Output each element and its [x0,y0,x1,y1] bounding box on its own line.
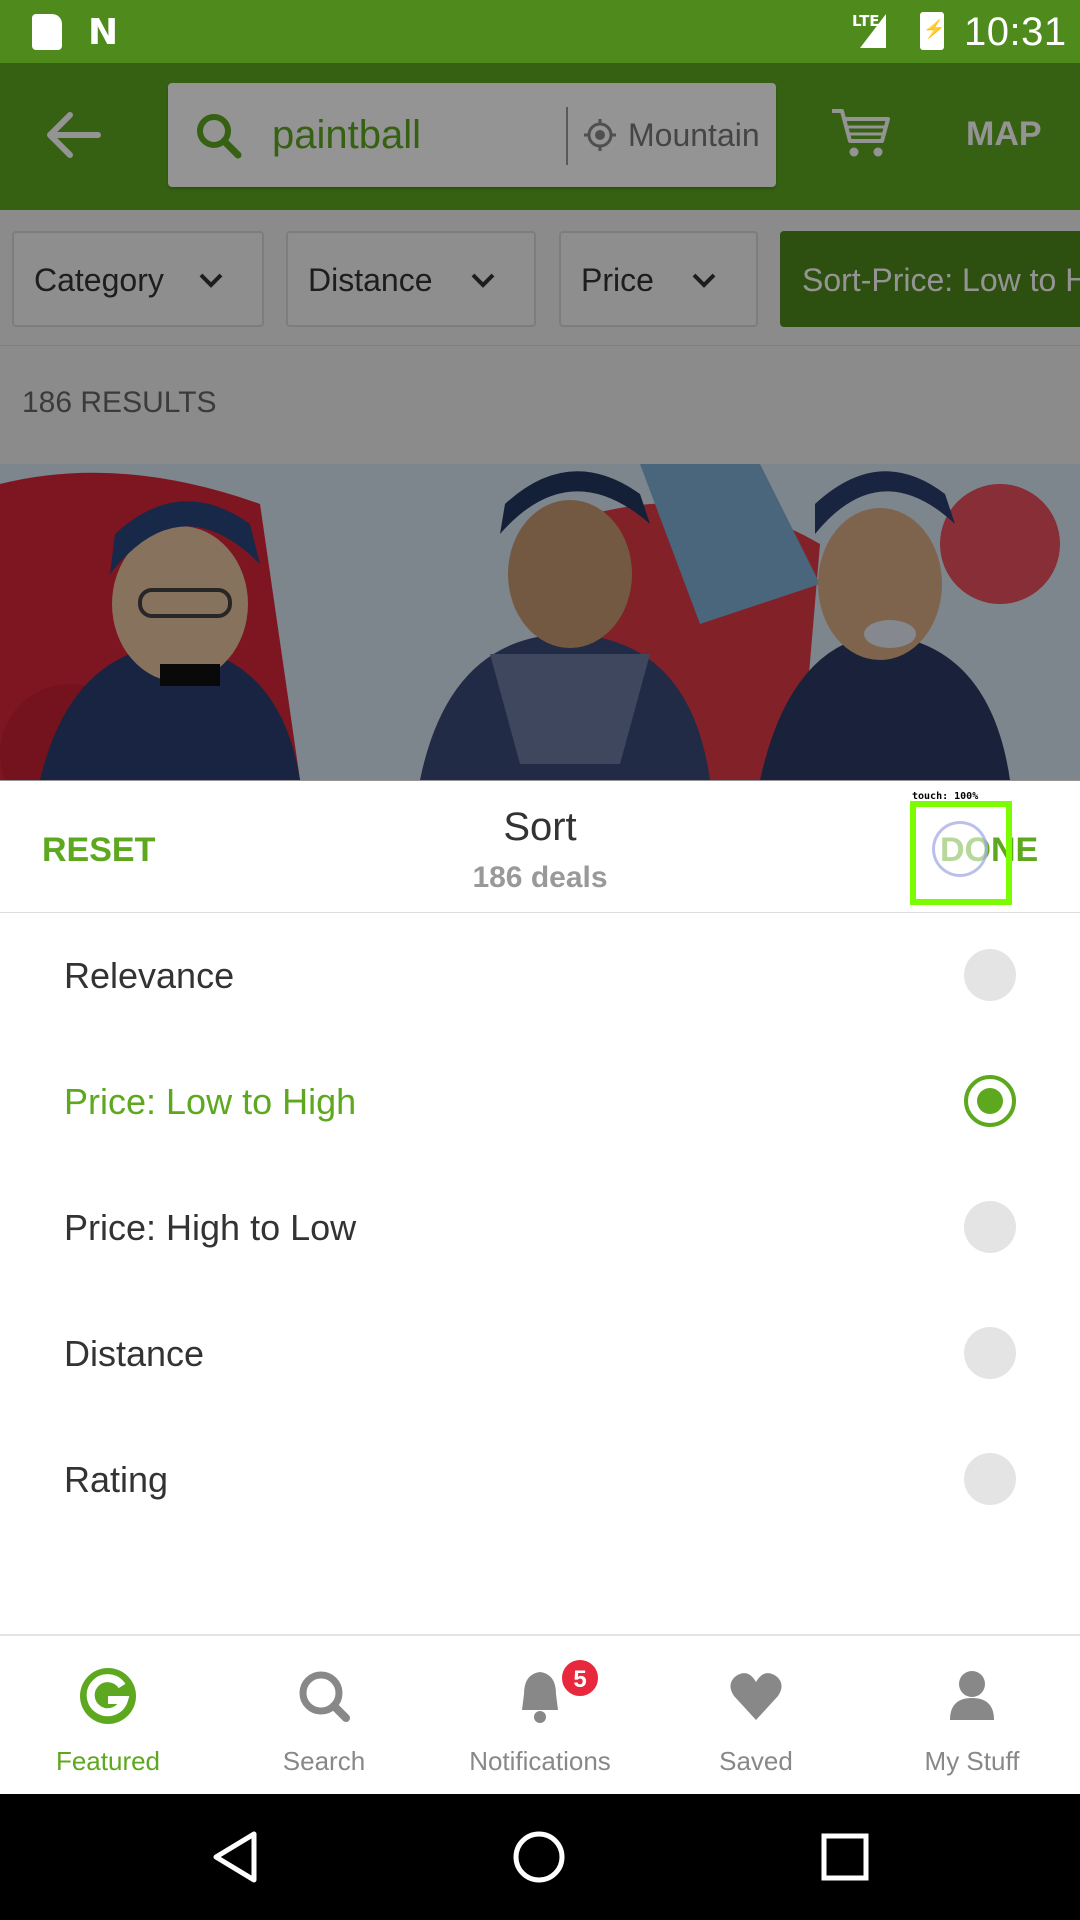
nav-featured[interactable]: Featured [0,1636,216,1796]
recents-square-icon[interactable] [820,1830,870,1884]
nav-search[interactable]: Search [216,1636,432,1796]
radio-button-selected[interactable] [964,1075,1016,1127]
radio-button[interactable] [964,1327,1016,1379]
location-field[interactable]: Mountain View [628,117,760,154]
filter-label: Category [34,262,164,298]
battery-charging-icon [920,12,945,50]
person-icon [950,1671,994,1720]
nav-label: Search [282,1746,366,1776]
sort-options-list: Relevance Price: Low to High Price: High… [0,913,1080,1633]
sort-option-relevance[interactable]: Relevance [0,913,1080,1039]
groupon-g-icon [80,1668,136,1724]
chevron-down-icon [199,273,223,288]
nav-label: Notifications [469,1746,611,1776]
app-bar: paintball Mountain View MAP [0,63,1080,210]
location-target-icon [584,119,616,151]
status-time: 10:31 [964,10,1067,54]
cart-icon[interactable] [830,105,892,161]
map-button[interactable]: MAP [966,115,1042,154]
sort-option-rating[interactable]: Rating [0,1417,1080,1543]
network-type: LTE [852,12,880,30]
results-count: 186 RESULTS [22,386,217,419]
filter-sort[interactable]: Sort-Price: Low to High [780,231,1080,327]
sort-option-price-high-low[interactable]: Price: High to Low [0,1165,1080,1291]
status-bar: N LTE 10:31 [0,0,1080,63]
paintball-players-photo [0,464,1080,780]
filter-label: Price [581,262,654,298]
touch-highlight-box [910,801,1012,905]
back-triangle-icon[interactable] [210,1830,262,1884]
sort-option-label: Price: High to Low [64,1207,357,1248]
results-count-bar: 186 RESULTS [0,346,1080,464]
nav-label: Saved [719,1746,793,1776]
sort-option-label: Distance [64,1333,205,1374]
filter-label: Distance [308,262,433,298]
filter-bar: Category Distance Price Sort-Price: Low … [0,210,1080,346]
nav-label: My Stuff [924,1746,1020,1776]
touch-label: touch: 100% [912,791,979,802]
sd-card-icon [32,14,62,50]
nav-notifications[interactable]: 5 Notifications [432,1636,648,1796]
nav-label: Featured [55,1746,161,1776]
home-circle-icon[interactable] [512,1830,566,1884]
radio-button[interactable] [964,1453,1016,1505]
search-divider [566,107,568,165]
deal-image[interactable] [0,464,1080,780]
sort-option-label: Relevance [64,955,235,996]
sort-sheet-header: RESET Sort 186 deals DONE touch: 100% [0,781,1080,913]
radio-button[interactable] [964,1201,1016,1253]
chevron-down-icon [471,273,495,288]
filter-category[interactable]: Category [12,231,264,327]
sort-option-label: Rating [64,1459,169,1500]
nav-my-stuff[interactable]: My Stuff [864,1636,1080,1796]
sort-option-price-low-high[interactable]: Price: Low to High [0,1039,1080,1165]
heart-icon [730,1673,782,1720]
nav-saved[interactable]: Saved [648,1636,864,1796]
sort-option-label: Price: Low to High [64,1081,357,1122]
notification-badge: 5 [560,1658,600,1698]
bottom-nav: Featured Search 5 Notifications Saved My… [0,1634,1080,1794]
sort-option-distance[interactable]: Distance [0,1291,1080,1417]
back-arrow-icon[interactable] [44,109,102,161]
search-box[interactable]: paintball Mountain View [168,83,776,187]
radio-button[interactable] [964,949,1016,1001]
filter-distance[interactable]: Distance [286,231,536,327]
filter-price[interactable]: Price [559,231,758,327]
search-term[interactable]: paintball [272,113,421,158]
n-notification-icon: N [88,12,119,53]
system-nav-bar [0,1794,1080,1920]
search-icon [299,1671,350,1722]
filter-label: Sort-Price: Low to High [802,262,1080,298]
search-icon [197,114,242,159]
chevron-down-icon [692,273,716,288]
